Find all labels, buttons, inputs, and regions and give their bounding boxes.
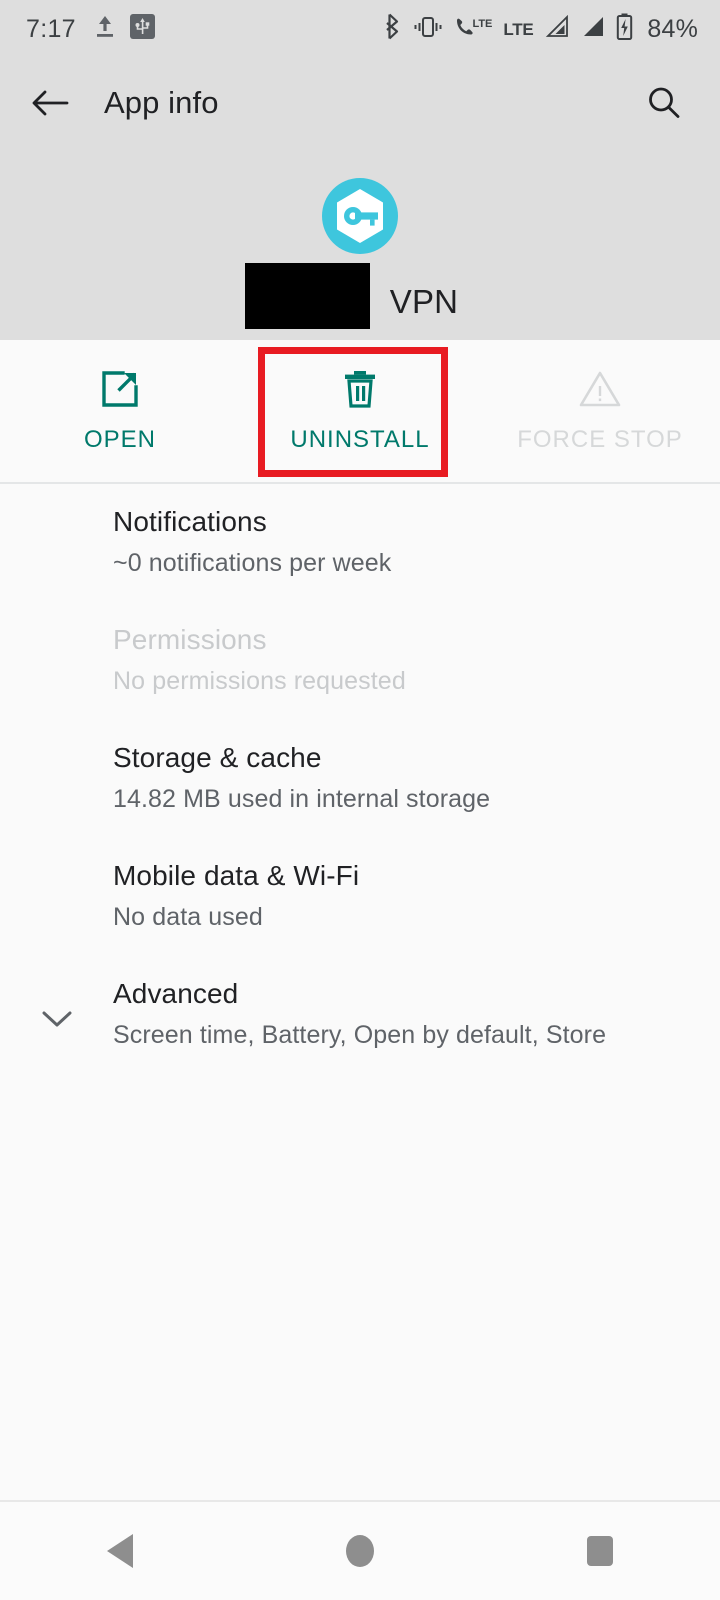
open-button[interactable]: OPEN: [0, 341, 240, 482]
list-item-leading: [0, 484, 113, 602]
app-settings-list: Notifications ~0 notifications per week …: [0, 484, 720, 1074]
list-item-subtitle: ~0 notifications per week: [113, 549, 392, 578]
list-item-storage-and-cache[interactable]: Storage & cache 14.82 MB used in interna…: [0, 720, 720, 838]
list-item-title: Mobile data & Wi-Fi: [113, 860, 360, 891]
list-item-leading: [0, 602, 113, 720]
list-item-permissions: Permissions No permissions requested: [0, 602, 720, 720]
warning-triangle-icon: [578, 369, 622, 409]
usb-icon: [129, 14, 155, 44]
search-icon: [649, 87, 680, 118]
list-item-subtitle: 14.82 MB used in internal storage: [113, 785, 491, 814]
list-item-title: Permissions: [113, 624, 267, 655]
status-bar-clock: 7:17: [26, 14, 76, 43]
square-recents-icon: [587, 1536, 613, 1566]
vibrate-icon: [413, 15, 443, 44]
arrow-back-icon: [32, 90, 69, 116]
nav-recents-button[interactable]: [480, 1501, 720, 1600]
list-item-subtitle: Screen time, Battery, Open by default, S…: [113, 1021, 607, 1050]
page-title: App info: [104, 85, 219, 120]
force-stop-button[interactable]: FORCE STOP: [480, 341, 720, 482]
list-item-subtitle: No permissions requested: [113, 667, 406, 696]
battery-charging-icon: [616, 13, 633, 45]
battery-percent-label: 84%: [647, 14, 698, 43]
system-navigation-bar: [0, 1500, 720, 1600]
list-item-advanced[interactable]: Advanced Screen time, Battery, Open by d…: [0, 956, 720, 1074]
list-item-title: Advanced: [113, 978, 239, 1009]
open-button-label: OPEN: [83, 426, 156, 453]
list-item-leading: [0, 838, 113, 956]
signal-bar-icon: [580, 15, 605, 44]
list-item-title: Storage & cache: [113, 742, 322, 773]
status-bar: 7:17 LTE LTE 84%: [0, 0, 720, 58]
trash-icon: [342, 369, 378, 409]
list-item-title: Notifications: [113, 506, 267, 537]
back-button[interactable]: [22, 75, 78, 131]
list-item-leading: [0, 956, 113, 1074]
list-item-leading: [0, 720, 113, 838]
triangle-back-icon: [107, 1534, 133, 1568]
status-bar-left-icons: [94, 14, 155, 45]
list-item-subtitle: No data used: [113, 903, 263, 932]
vpn-key-app-icon: [322, 178, 398, 254]
volte-lte-label: LTE: [472, 18, 493, 30]
circle-home-icon: [346, 1535, 374, 1567]
upload-icon: [94, 14, 116, 45]
app-bar: App info: [0, 58, 720, 148]
bluetooth-icon: [383, 13, 402, 45]
signal-bar-icon: [544, 14, 569, 44]
volte-icon: LTE: [454, 17, 492, 41]
search-button[interactable]: [636, 75, 692, 131]
status-bar-right-icons: LTE LTE 84%: [383, 13, 698, 45]
app-name-row: VPN: [0, 263, 720, 329]
list-item-notifications[interactable]: Notifications ~0 notifications per week: [0, 484, 720, 602]
lte-icon: LTE: [503, 19, 534, 39]
open-in-new-icon: [100, 369, 140, 409]
app-info-screen: 7:17 LTE LTE 84% App info VPN OPEN UNINS…: [0, 0, 720, 1600]
redaction-overlay: [245, 263, 370, 329]
nav-home-button[interactable]: [240, 1501, 480, 1600]
app-actions-row: OPEN UNINSTALL FORCE STOP: [0, 341, 720, 484]
force-stop-button-label: FORCE STOP: [517, 426, 683, 453]
uninstall-button-label: UNINSTALL: [290, 426, 430, 453]
uninstall-button[interactable]: UNINSTALL: [240, 341, 480, 482]
nav-back-button[interactable]: [0, 1501, 240, 1600]
chevron-down-icon: [42, 1011, 71, 1027]
app-identity-header: VPN: [0, 148, 720, 340]
list-item-mobile-data-and-wifi[interactable]: Mobile data & Wi-Fi No data used: [0, 838, 720, 956]
